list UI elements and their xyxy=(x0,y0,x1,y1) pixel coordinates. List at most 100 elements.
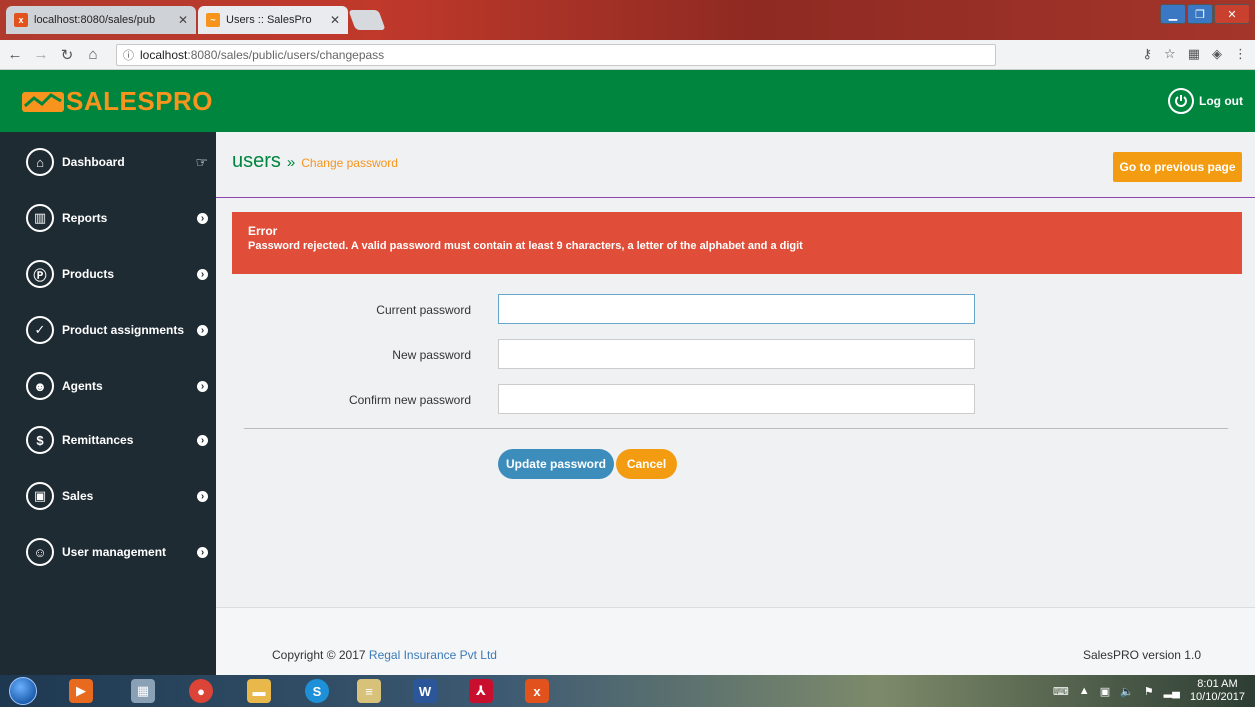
copyright-text: Copyright © 2017 Regal Insurance Pvt Ltd xyxy=(272,648,497,662)
calendar-extension-icon[interactable]: ▦ xyxy=(1188,46,1200,62)
expand-icon[interactable]: › xyxy=(197,324,208,336)
taskbar-chrome[interactable]: ● xyxy=(176,677,226,705)
bookmark-star-icon[interactable]: ☆ xyxy=(1164,46,1176,62)
sidebar-item-user-management[interactable]: ☺ User management › xyxy=(0,532,216,572)
expand-icon[interactable]: › xyxy=(197,380,208,392)
folder-icon: ▬ xyxy=(247,679,271,703)
new-tab-button[interactable] xyxy=(348,10,386,30)
taskbar-skype[interactable]: S xyxy=(292,677,342,705)
sidebar-item-label: Agents xyxy=(62,379,103,393)
expand-icon[interactable]: › xyxy=(197,490,208,502)
sidebar-item-label: Product assignments xyxy=(62,323,185,337)
current-password-label: Current password xyxy=(376,303,471,317)
agents-icon: ☻ xyxy=(26,372,54,400)
url-host: localhost xyxy=(140,48,188,62)
calculator-icon: ▦ xyxy=(131,679,155,703)
home-icon: ⌂ xyxy=(26,148,54,176)
taskbar-media-player[interactable]: ▶ xyxy=(56,677,106,705)
expand-icon[interactable]: › xyxy=(197,546,208,558)
expand-icon[interactable]: › xyxy=(197,434,208,446)
sidebar-item-sales[interactable]: ▣ Sales › xyxy=(0,476,216,516)
url-input[interactable]: ⓘ localhost :8080/sales/public/users/cha… xyxy=(116,44,996,66)
taskbar-calculator[interactable]: ▦ xyxy=(118,677,168,705)
taskbar-notepad[interactable]: ≡ xyxy=(344,677,394,705)
check-icon: ✓ xyxy=(26,316,54,344)
extension-icon[interactable]: ◈ xyxy=(1212,46,1222,62)
brand-logo[interactable]: SALESPRO xyxy=(0,70,216,132)
sidebar-item-agents[interactable]: ☻ Agents › xyxy=(0,366,216,406)
taskbar-word[interactable]: W xyxy=(400,677,450,705)
sidebar-item-products[interactable]: Ⓟ Products › xyxy=(0,254,216,294)
update-password-button[interactable]: Update password xyxy=(498,449,614,479)
sidebar-item-product-assignments[interactable]: ✓ Product assignments › xyxy=(0,310,216,350)
alert-message: Password rejected. A valid password must… xyxy=(248,240,803,252)
error-alert: Error Password rejected. A valid passwor… xyxy=(232,212,1242,274)
salespro-favicon-icon: ~ xyxy=(206,13,220,27)
device-icon[interactable]: ▣ xyxy=(1100,685,1110,698)
current-password-row: Current password xyxy=(216,294,1255,326)
menu-dots-icon[interactable]: ⋮ xyxy=(1234,46,1247,62)
version-text: SalesPRO version 1.0 xyxy=(1082,648,1201,662)
taskbar-acrobat[interactable]: ⅄ xyxy=(456,677,506,705)
confirm-password-row: Confirm new password xyxy=(216,384,1255,416)
address-bar: ← → ↻ ⌂ ⓘ localhost :8080/sales/public/u… xyxy=(0,40,1255,70)
back-arrow-icon[interactable]: ← xyxy=(4,44,26,66)
tab-title: Users :: SalesPro xyxy=(226,14,312,26)
expand-icon[interactable]: › xyxy=(197,268,208,280)
show-hidden-icons-icon[interactable]: ▲ xyxy=(1079,685,1090,697)
product-icon: Ⓟ xyxy=(26,260,54,288)
volume-icon[interactable]: 🔈 xyxy=(1120,685,1134,698)
forward-arrow-icon[interactable]: → xyxy=(30,44,52,66)
url-path: :8080/sales/public/users/changepass xyxy=(187,48,385,62)
header-divider xyxy=(216,197,1255,198)
dollar-icon: $ xyxy=(26,426,54,454)
logout-label: Log out xyxy=(1199,94,1243,108)
home-page-icon[interactable]: ⌂ xyxy=(82,44,104,66)
chrome-icon: ● xyxy=(189,679,213,703)
sidebar-item-label: Remittances xyxy=(62,433,134,447)
clock[interactable]: 8:01 AM 10/10/2017 xyxy=(1190,678,1245,704)
taskbar-explorer[interactable]: ▬ xyxy=(234,677,284,705)
current-password-input[interactable] xyxy=(498,294,975,324)
pointer-hand-icon: ☞ xyxy=(195,153,208,170)
breadcrumb-users[interactable]: users xyxy=(232,150,281,173)
go-to-previous-page-button[interactable]: Go to previous page xyxy=(1113,152,1242,182)
system-tray: ⌨ ▲ ▣ 🔈 ⚑ ▂▄ 8:01 AM 10/10/2017 xyxy=(1053,675,1245,707)
network-icon[interactable]: ▂▄ xyxy=(1164,685,1180,698)
main-content: users » Change password Go to previous p… xyxy=(216,132,1255,675)
logout-button[interactable]: Log out xyxy=(1168,88,1243,114)
sidebar-item-dashboard[interactable]: ⌂ Dashboard ☞ xyxy=(0,142,216,182)
windows-taskbar: ▶ ▦ ● ▬ S ≡ W ⅄ x ⌨ ▲ ▣ 🔈 ⚑ ▂▄ 8:01 AM 1… xyxy=(0,675,1255,707)
flag-icon[interactable]: ⚑ xyxy=(1144,685,1154,698)
breadcrumb-change-password: Change password xyxy=(301,156,398,170)
form-divider xyxy=(244,428,1228,429)
browser-tab-localhost[interactable]: x localhost:8080/sales/pub ✕ xyxy=(6,6,196,34)
word-icon: W xyxy=(413,679,437,703)
sidebar: ⌂ Dashboard ☞ ▥ Reports › Ⓟ Products › ✓… xyxy=(0,132,216,675)
minimize-window-button[interactable]: ▁ xyxy=(1160,4,1186,24)
footer: Copyright © 2017 Regal Insurance Pvt Ltd… xyxy=(216,607,1255,675)
company-link[interactable]: Regal Insurance Pvt Ltd xyxy=(369,648,497,662)
close-window-button[interactable]: ✕ xyxy=(1214,4,1250,24)
sidebar-item-remittances[interactable]: $ Remittances › xyxy=(0,420,216,460)
site-info-icon[interactable]: ⓘ xyxy=(123,47,134,63)
keyboard-icon[interactable]: ⌨ xyxy=(1053,685,1069,698)
key-icon[interactable]: ⚷ xyxy=(1143,46,1153,62)
start-button[interactable] xyxy=(6,675,40,707)
breadcrumb-separator: » xyxy=(286,154,296,171)
confirm-password-input[interactable] xyxy=(498,384,975,414)
skype-icon: S xyxy=(305,679,329,703)
restore-window-button[interactable]: ❐ xyxy=(1187,4,1213,24)
expand-icon[interactable]: › xyxy=(197,212,208,224)
close-tab-icon[interactable]: ✕ xyxy=(330,13,340,27)
close-tab-icon[interactable]: ✕ xyxy=(178,13,188,27)
sidebar-item-label: Reports xyxy=(62,211,108,225)
browser-tab-users[interactable]: ~ Users :: SalesPro ✕ xyxy=(198,6,348,34)
confirm-password-label: Confirm new password xyxy=(348,393,471,407)
cancel-button[interactable]: Cancel xyxy=(616,449,677,479)
reload-icon[interactable]: ↻ xyxy=(56,44,78,66)
sidebar-item-reports[interactable]: ▥ Reports › xyxy=(0,198,216,238)
new-password-input[interactable] xyxy=(498,339,975,369)
taskbar-xampp[interactable]: x xyxy=(512,677,562,705)
new-password-label: New password xyxy=(392,348,471,362)
